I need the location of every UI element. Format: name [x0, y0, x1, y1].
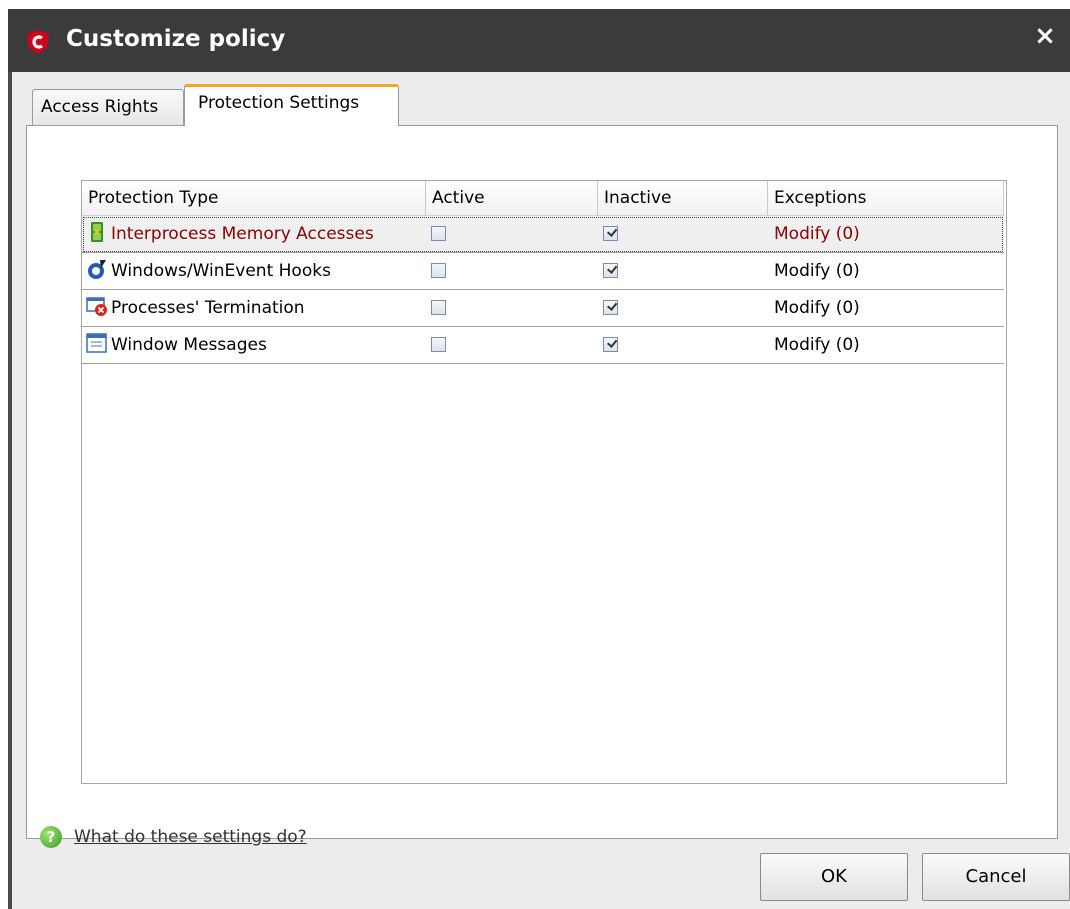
- modify-exceptions-link[interactable]: Modify (0): [774, 327, 994, 363]
- inactive-checkbox[interactable]: [603, 263, 618, 278]
- modify-exceptions-link[interactable]: Modify (0): [774, 290, 994, 326]
- inactive-checkbox[interactable]: [603, 226, 618, 241]
- protection-type-cell: Window Messages: [86, 327, 426, 363]
- protection-type-label: Window Messages: [111, 335, 267, 355]
- modify-exceptions-link[interactable]: Modify (0): [774, 216, 994, 252]
- help-link[interactable]: What do these settings do?: [74, 827, 307, 847]
- table-row[interactable]: Interprocess Memory Accesses Modify (0): [82, 216, 1004, 253]
- tab-panel: Protection Type Active Inactive Exceptio…: [26, 125, 1058, 839]
- help-icon[interactable]: ?: [40, 826, 62, 848]
- window-title: Customize policy: [66, 26, 286, 52]
- inactive-checkbox[interactable]: [603, 300, 618, 315]
- table-header: Protection Type Active Inactive Exceptio…: [82, 181, 1004, 216]
- window-messages-icon: [86, 333, 107, 353]
- column-header-active[interactable]: Active: [426, 181, 598, 215]
- close-icon[interactable]: ×: [1034, 23, 1056, 49]
- table-row[interactable]: Window Messages Modify (0): [82, 327, 1004, 364]
- comodo-logo-icon: [27, 30, 49, 54]
- dialog-body: Access Rights Protection Settings Protec…: [12, 72, 1070, 909]
- column-header-exceptions[interactable]: Exceptions: [768, 181, 1004, 215]
- table-row[interactable]: Windows/WinEvent Hooks Modify (0): [82, 253, 1004, 290]
- cancel-button[interactable]: Cancel: [922, 853, 1070, 901]
- hook-icon: [88, 260, 106, 279]
- active-checkbox[interactable]: [431, 263, 446, 278]
- protection-type-cell: Processes' Termination: [86, 290, 426, 326]
- title-bar[interactable]: Customize policy ×: [8, 9, 1070, 72]
- column-header-protection-type[interactable]: Protection Type: [82, 181, 426, 215]
- memory-chip-icon: [91, 222, 103, 242]
- column-header-inactive[interactable]: Inactive: [598, 181, 768, 215]
- protection-type-label: Processes' Termination: [111, 298, 305, 318]
- modify-exceptions-link[interactable]: Modify (0): [774, 253, 994, 289]
- customize-policy-dialog: Customize policy × Access Rights Protect…: [0, 0, 1070, 909]
- active-checkbox[interactable]: [431, 337, 446, 352]
- active-checkbox[interactable]: [431, 226, 446, 241]
- active-checkbox[interactable]: [431, 300, 446, 315]
- inactive-checkbox[interactable]: [603, 337, 618, 352]
- process-terminate-icon: [86, 297, 107, 316]
- help-section: ? What do these settings do?: [40, 824, 307, 850]
- protection-type-label: Windows/WinEvent Hooks: [111, 261, 331, 281]
- protection-type-cell: Interprocess Memory Accesses: [86, 216, 426, 252]
- tab-access-rights[interactable]: Access Rights: [32, 89, 184, 125]
- protection-type-cell: Windows/WinEvent Hooks: [86, 253, 426, 289]
- ok-button[interactable]: OK: [760, 853, 908, 901]
- table-row[interactable]: Processes' Termination Modify (0): [82, 290, 1004, 327]
- protection-table: Protection Type Active Inactive Exceptio…: [81, 180, 1007, 784]
- tab-protection-settings[interactable]: Protection Settings: [184, 84, 399, 126]
- protection-type-label: Interprocess Memory Accesses: [111, 224, 374, 244]
